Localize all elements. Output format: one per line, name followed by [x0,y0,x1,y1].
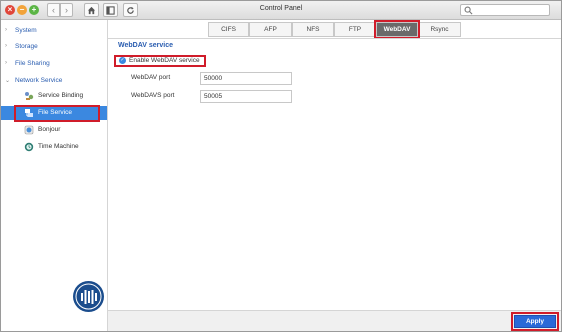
webdavs-port-label: WebDAVS port [131,92,175,99]
sidebar-item-label: File Sharing [15,60,50,67]
webdav-port-field[interactable] [200,72,292,85]
sidebar-item-label: Service Binding [38,92,84,99]
main-panel: CIFS AFP NFS FTP WebDAV Rsync WebDAV ser… [108,20,562,332]
tab-afp[interactable]: AFP [249,22,292,37]
search-box[interactable] [460,4,550,16]
footer-bar: Apply [108,310,562,332]
sidebar-item-file-sharing[interactable]: › File Sharing [0,57,107,71]
webdavs-port-field[interactable] [200,90,292,103]
chevron-right-icon: › [5,60,7,66]
sidebar-item-label: System [15,27,37,34]
highlight-file-service [14,105,100,122]
sidebar-item-service-binding[interactable]: Service Binding [0,89,107,103]
sidebar-item-label: Storage [15,43,38,50]
sidebar-item-system[interactable]: › System [0,24,107,38]
title-bar: × − + ‹ › Control Panel [0,0,562,20]
webdav-port-label: WebDAV port [131,74,171,81]
tab-rsync[interactable]: Rsync [418,22,461,37]
chevron-right-icon: › [5,27,7,33]
sidebar-item-label: Network Service [15,77,63,84]
service-binding-icon [25,92,34,100]
highlight-enable-webdav [114,55,206,67]
chevron-down-icon: ⌄ [5,78,11,84]
highlight-webdav-tab [374,20,420,39]
highlight-apply [511,312,559,331]
bonjour-icon [24,125,34,135]
tab-nfs[interactable]: NFS [292,22,334,37]
sidebar-item-label: Time Machine [38,143,79,150]
brand-logo [73,281,104,312]
time-machine-icon [24,142,34,152]
tab-divider [108,38,562,39]
sidebar-item-label: Bonjour [38,126,61,133]
search-input[interactable] [474,5,548,15]
sidebar-item-storage[interactable]: › Storage [0,40,107,54]
sidebar-item-bonjour[interactable]: Bonjour [0,123,107,137]
sidebar: › System › Storage › File Sharing ⌄ Netw… [0,20,108,332]
tab-ftp[interactable]: FTP [334,22,376,37]
chevron-right-icon: › [5,43,7,49]
sidebar-item-time-machine[interactable]: Time Machine [0,140,107,154]
sidebar-item-network-service[interactable]: ⌄ Network Service [0,74,107,88]
section-title: WebDAV service [118,42,173,49]
tab-cifs[interactable]: CIFS [208,22,249,37]
search-icon [464,6,473,15]
